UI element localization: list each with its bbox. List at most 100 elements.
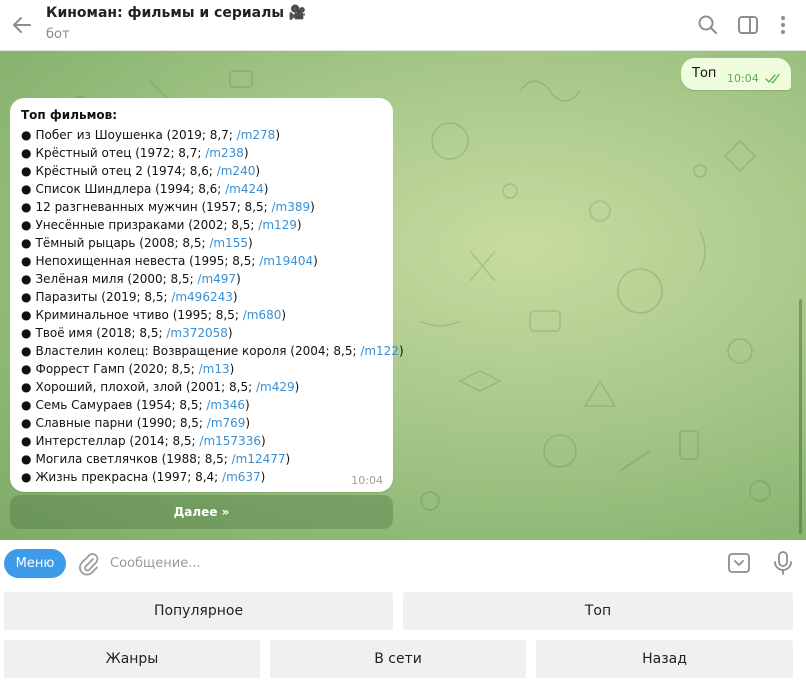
movie-list-item: ● Жизнь прекрасна (1997; 8,4; /m637) — [21, 468, 404, 486]
movie-list-item: ● Зелёная миля (2000; 8,5; /m497) — [21, 270, 404, 288]
movie-list-item: ● Славные парни (1990; 8,5; /m769) — [21, 414, 404, 432]
chat-title[interactable]: Киноман: фильмы и сериалы 🎥 — [46, 5, 306, 21]
bullet: ● — [21, 326, 32, 340]
keyboard-button-back[interactable]: Назад — [536, 640, 793, 678]
movie-list-item: ● Унесённые призраками (2002; 8,5; /m129) — [21, 216, 404, 234]
movie-info-close: ) — [260, 434, 266, 448]
movie-link[interactable]: /m497 — [197, 272, 236, 286]
movie-info-close: ) — [229, 362, 235, 376]
movie-link[interactable]: /m157336 — [199, 434, 261, 448]
bot-keyboard-icon[interactable] — [727, 551, 751, 575]
movie-info: Крёстный отец (1972; 8,7; — [35, 146, 206, 160]
sidebar-toggle-icon[interactable] — [735, 12, 761, 38]
arrow-left-icon[interactable] — [8, 11, 36, 39]
keyboard-button-genres[interactable]: Жанры — [4, 640, 260, 678]
movie-info-close: ) — [244, 398, 250, 412]
movie-info: Могила светлячков (1988; 8,5; — [35, 452, 232, 466]
movie-info: Унесённые призраками (2002; 8,5; — [35, 218, 259, 232]
next-page-button[interactable]: Далее » — [10, 495, 393, 529]
movie-info-close: ) — [313, 254, 318, 268]
microphone-icon[interactable] — [772, 550, 794, 576]
incoming-message-time: 10:04 — [351, 474, 383, 487]
double-check-icon — [765, 73, 780, 84]
movie-link[interactable]: /m155 — [209, 236, 248, 250]
movie-link[interactable]: /m12477 — [232, 452, 286, 466]
movie-link[interactable]: /m769 — [207, 416, 246, 430]
movie-link[interactable]: /m680 — [243, 308, 282, 322]
reply-keyboard: Популярное Топ Жанры В сети Назад — [0, 586, 806, 682]
movie-info: Зелёная миля (2000; 8,5; — [35, 272, 198, 286]
more-vertical-icon[interactable] — [770, 12, 796, 38]
movie-info-close: ) — [232, 290, 238, 304]
message-composer: Меню — [0, 540, 806, 586]
message-title: Топ фильмов: — [21, 108, 118, 122]
movie-info: Побег из Шоушенка (2019; 8,7; — [35, 128, 237, 142]
keyboard-button-online[interactable]: В сети — [270, 640, 526, 678]
bullet: ● — [21, 344, 32, 358]
movie-list-item: ● Криминальное чтиво (1995; 8,5; /m680) — [21, 306, 404, 324]
outgoing-message-time: 10:04 — [727, 72, 759, 85]
movie-info: Интерстеллар (2014; 8,5; — [35, 434, 200, 448]
movie-info: Властелин колец: Возвращение короля (200… — [35, 344, 361, 358]
bullet: ● — [21, 290, 32, 304]
movie-link[interactable]: /m13 — [199, 362, 230, 376]
movie-link[interactable]: /m424 — [225, 182, 264, 196]
movie-list-item: ● Властелин колец: Возвращение короля (20… — [21, 342, 404, 360]
movie-info: Непохищенная невеста (1995; 8,5; — [35, 254, 260, 268]
movie-info-close: ) — [263, 182, 269, 196]
chat-subtitle: бот — [46, 27, 70, 42]
movie-info-close: ) — [245, 416, 251, 430]
keyboard-button-popular[interactable]: Популярное — [4, 592, 393, 630]
movie-link[interactable]: /m129 — [258, 218, 297, 232]
bullet: ● — [21, 236, 32, 250]
movie-info-close: ) — [247, 236, 253, 250]
outgoing-message[interactable]: Топ 10:04 — [681, 58, 791, 90]
movie-info-close: ) — [275, 128, 280, 142]
bullet: ● — [21, 434, 32, 448]
movie-info-close: ) — [227, 326, 233, 340]
movie-list-item: ● Хороший, плохой, злой (2001; 8,5; /m429… — [21, 378, 404, 396]
bullet: ● — [21, 470, 32, 484]
bullet: ● — [21, 308, 32, 322]
bullet: ● — [21, 398, 32, 412]
movie-info: Семь Самураев (1954; 8,5; — [35, 398, 207, 412]
movie-list-item: ● Побег из Шоушенка (2019; 8,7; /m278) — [21, 126, 404, 144]
movie-info-close: ) — [310, 200, 315, 214]
movie-link[interactable]: /m346 — [206, 398, 245, 412]
movie-link[interactable]: /m122 — [360, 344, 399, 358]
chat-area[interactable]: Топ 10:04 Топ фильмов: ● Побег из Шоушенк… — [0, 51, 806, 540]
incoming-message[interactable]: Топ фильмов: ● Побег из Шоушенка (2019; 8… — [10, 98, 404, 492]
movie-link[interactable]: /m278 — [237, 128, 276, 142]
movie-link[interactable]: /m372058 — [166, 326, 228, 340]
paperclip-icon[interactable] — [76, 550, 100, 576]
movie-list-item: ● Могила светлячков (1988; 8,5; /m12477) — [21, 450, 404, 468]
movie-info-close: ) — [398, 344, 404, 358]
movie-link[interactable]: /m637 — [222, 470, 261, 484]
movie-link[interactable]: /m238 — [205, 146, 244, 160]
bullet: ● — [21, 272, 32, 286]
bullet: ● — [21, 200, 32, 214]
bullet: ● — [21, 164, 32, 178]
movie-info-close: ) — [260, 470, 266, 484]
movie-link[interactable]: /m496243 — [171, 290, 233, 304]
movie-list-item: ● Паразиты (2019; 8,5; /m496243) — [21, 288, 404, 306]
keyboard-button-top[interactable]: Топ — [403, 592, 793, 630]
movie-list-item: ● Твоё имя (2018; 8,5; /m372058) — [21, 324, 404, 342]
movie-link[interactable]: /m389 — [272, 200, 311, 214]
movie-info: Форрест Гамп (2020; 8,5; — [35, 362, 199, 376]
bullet: ● — [21, 146, 32, 160]
message-input[interactable] — [110, 550, 710, 576]
movie-list-item: ● Тёмный рыцарь (2008; 8,5; /m155) — [21, 234, 404, 252]
movie-list-item: ● 12 разгневанных мужчин (1957; 8,5; /m38… — [21, 198, 404, 216]
bullet: ● — [21, 380, 32, 394]
movie-info-close: ) — [281, 308, 287, 322]
movie-info: Тёмный рыцарь (2008; 8,5; — [35, 236, 210, 250]
search-icon[interactable] — [695, 12, 721, 38]
movie-link[interactable]: /m19404 — [259, 254, 313, 268]
menu-button[interactable]: Меню — [4, 549, 66, 578]
chat-scrollbar[interactable] — [799, 299, 802, 534]
movie-info: 12 разгневанных мужчин (1957; 8,5; — [35, 200, 272, 214]
movie-link[interactable]: /m240 — [217, 164, 256, 178]
movie-link[interactable]: /m429 — [256, 380, 295, 394]
movie-info: Славные парни (1990; 8,5; — [35, 416, 207, 430]
